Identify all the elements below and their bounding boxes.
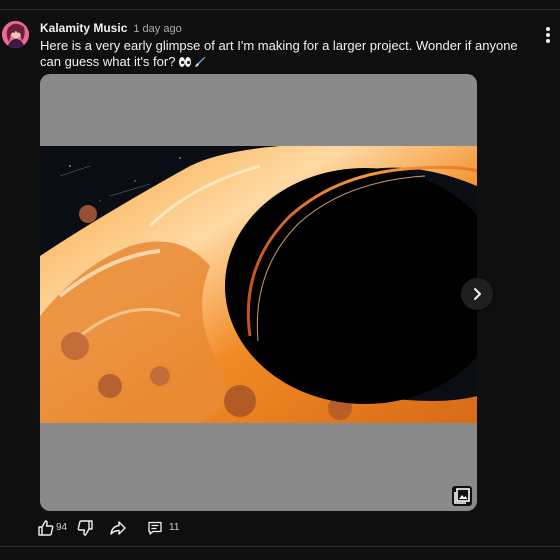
thumbs-up-icon	[38, 520, 54, 536]
like-button[interactable]: 94	[36, 516, 76, 540]
share-icon	[110, 521, 126, 535]
post-image-carousel[interactable]	[40, 74, 477, 511]
post-artwork	[40, 146, 477, 423]
avatar[interactable]	[2, 21, 29, 48]
gallery-icon	[452, 486, 472, 506]
eyes-emoji	[178, 56, 192, 72]
share-button[interactable]	[106, 516, 130, 540]
chevron-right-icon	[474, 288, 481, 300]
comment-icon	[148, 521, 162, 535]
comment-count: 11	[169, 522, 180, 533]
post-meta: Kalamity Music 1 day ago	[40, 22, 182, 36]
author-name[interactable]: Kalamity Music	[40, 21, 127, 35]
post-actions: 94 11	[36, 516, 236, 540]
post-time[interactable]: 1 day ago	[133, 23, 181, 35]
next-image-button[interactable]	[461, 278, 493, 310]
post-body: Here is a very early glimpse of art I'm …	[40, 38, 518, 69]
comments-button[interactable]: 11	[144, 516, 184, 540]
divider	[0, 546, 560, 547]
thumbs-down-icon	[77, 520, 93, 536]
post-text-block: Here is a very early glimpse of art I'm …	[40, 38, 530, 72]
community-post: Kalamity Music 1 day ago Here is a very e…	[0, 0, 560, 560]
divider	[0, 9, 560, 10]
like-count: 94	[56, 522, 68, 533]
more-vert-icon	[546, 27, 550, 31]
paintbrush-emoji	[194, 56, 206, 72]
more-options-button[interactable]	[538, 24, 558, 46]
dislike-button[interactable]	[74, 516, 98, 540]
